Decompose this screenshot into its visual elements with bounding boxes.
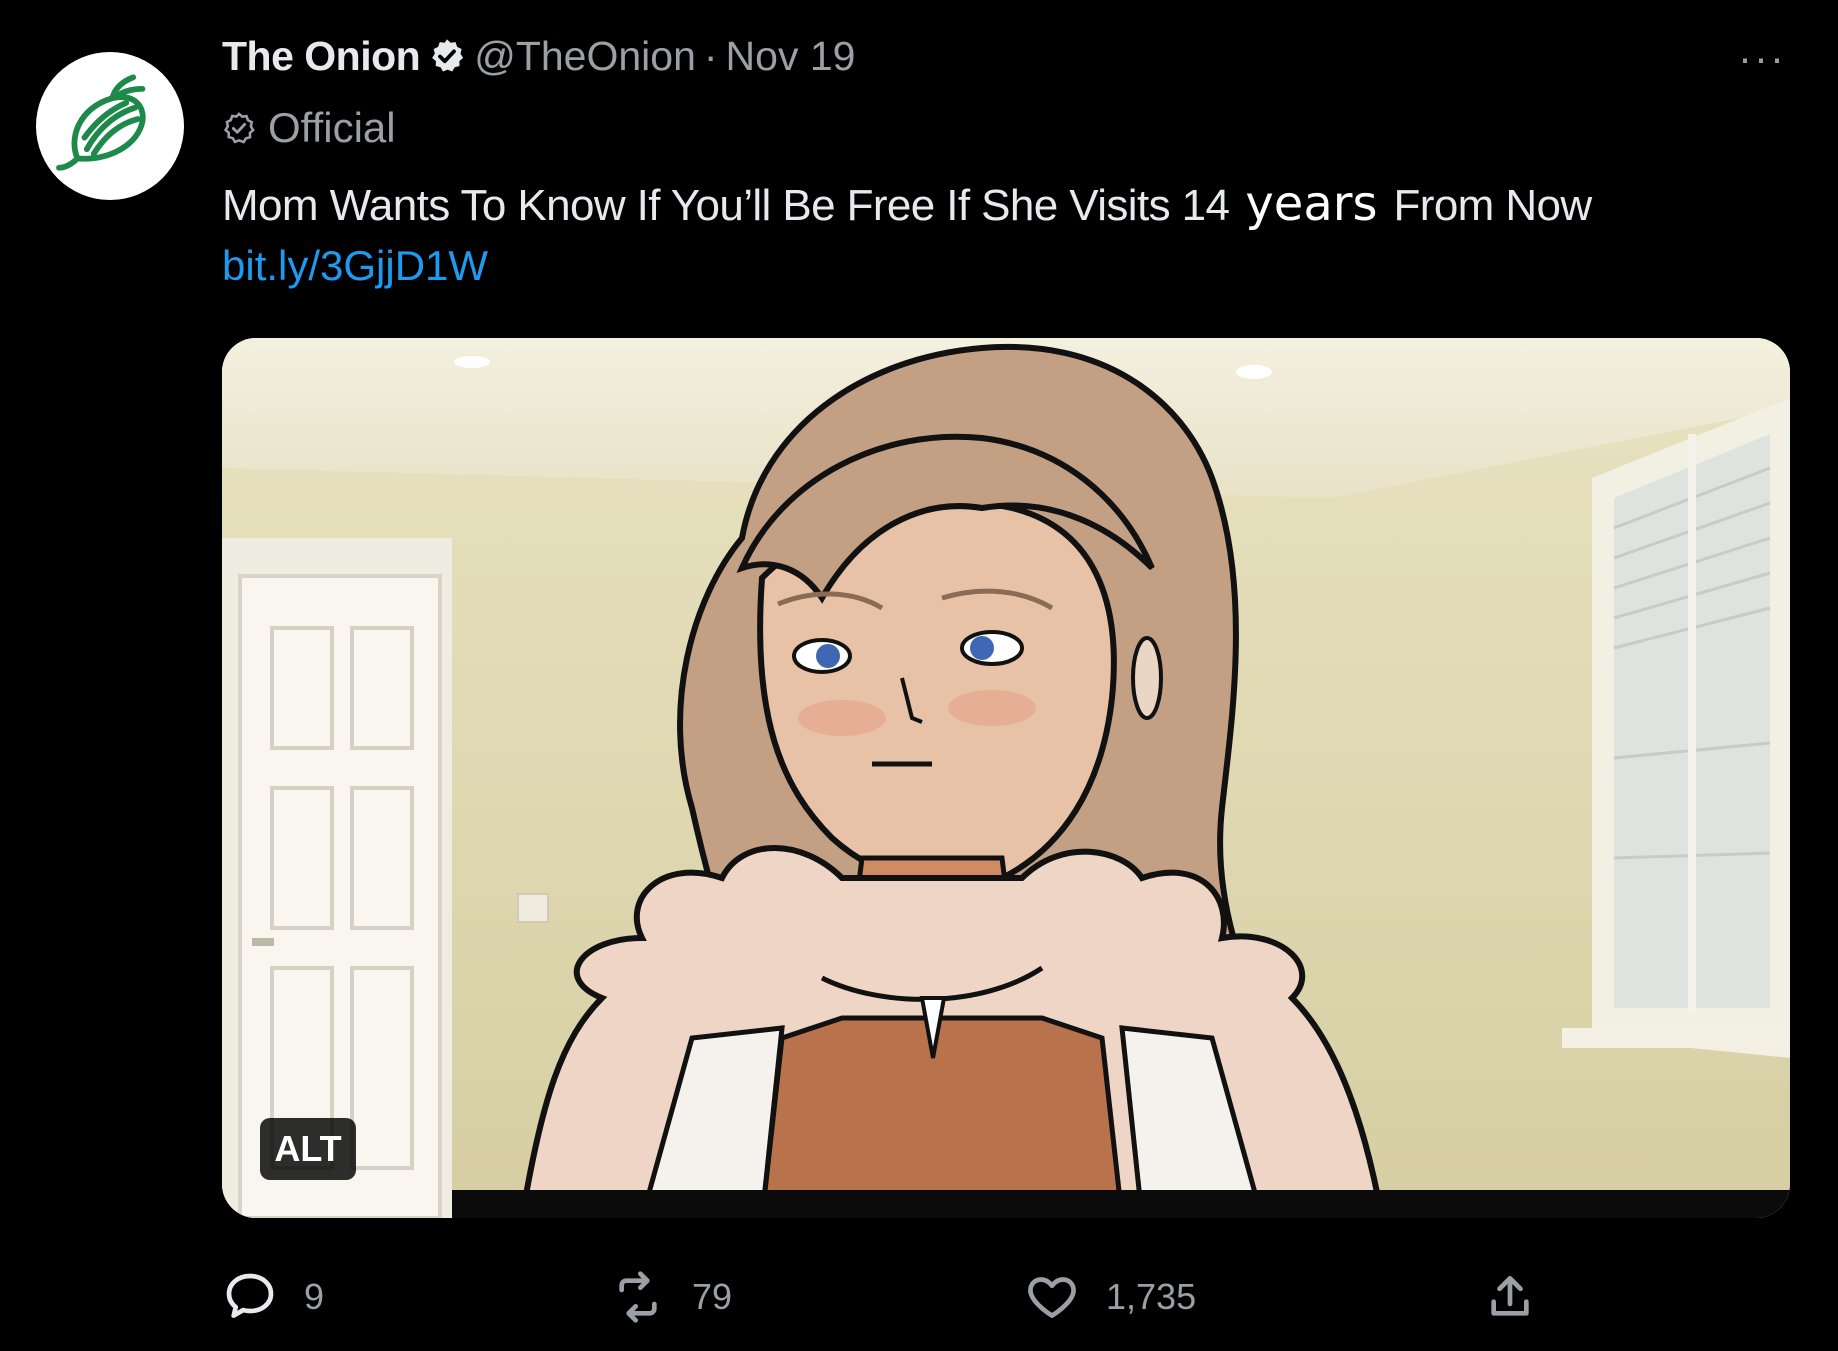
like-count: 1,735 (1106, 1276, 1197, 1317)
reply-button[interactable]: 9 (222, 1262, 324, 1332)
tweet-text-end: From Now (1393, 181, 1592, 230)
retweet-count: 79 (692, 1276, 733, 1317)
tweet-text: Mom Wants To Know If You’ll Be Free If S… (222, 176, 1592, 232)
tweet-action-bar: 9 79 1,735 (222, 1262, 1552, 1332)
more-options-button[interactable]: ··· (1738, 34, 1786, 82)
like-button[interactable]: 1,735 (1024, 1262, 1196, 1332)
room-with-cartoon-character-image (222, 338, 1790, 1218)
retweet-button[interactable]: 79 (610, 1262, 732, 1332)
official-check-icon (223, 112, 255, 144)
official-label-row: Official (222, 100, 396, 156)
tweet-media-image[interactable]: ALT (222, 338, 1790, 1218)
reply-count: 9 (304, 1276, 325, 1317)
avatar[interactable] (36, 52, 184, 200)
share-icon (1491, 1276, 1529, 1316)
retweet-icon (619, 1271, 657, 1323)
onion-logo-icon (56, 74, 146, 171)
share-button[interactable] (1482, 1262, 1538, 1332)
tweet-text-edited-word: years (1245, 176, 1378, 232)
handle[interactable]: @TheOnion (474, 33, 696, 80)
heart-icon (1028, 1277, 1076, 1318)
tweet-link[interactable]: bit.ly/3GjjD1W (222, 242, 488, 290)
display-name[interactable]: The Onion (222, 33, 421, 80)
tweet-text-start: Mom Wants To Know If You’ll Be Free If S… (222, 181, 1230, 230)
separator-dot: · (703, 32, 718, 79)
official-label: Official (268, 104, 396, 151)
verified-badge-icon[interactable] (428, 37, 466, 75)
tweet-date[interactable]: Nov 19 (726, 33, 856, 80)
tweet-header: The Onion @TheOnion · Nov 19 (222, 28, 855, 84)
alt-text-badge[interactable]: ALT (260, 1118, 356, 1180)
reply-icon (226, 1273, 274, 1318)
